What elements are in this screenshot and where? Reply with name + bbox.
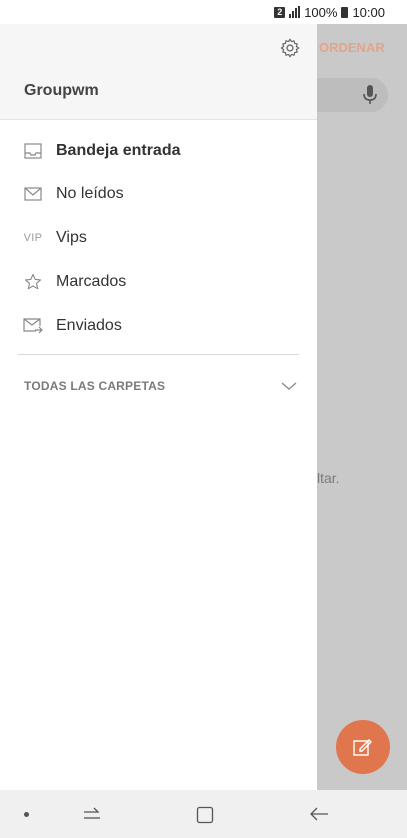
clock: 10:00 [352,4,385,20]
menu-item-label: Bandeja entrada [56,142,181,159]
menu-item-label: No leídos [56,185,124,202]
home-icon[interactable] [196,806,214,829]
account-name[interactable]: Groupwm [24,82,99,100]
vip-icon: VIP [23,232,43,244]
microphone-icon[interactable] [361,84,379,111]
sort-button[interactable]: ORDENAR [319,40,385,55]
menu-item-label: Vips [56,229,87,246]
empty-hint-text: ltar. [317,470,340,486]
compose-icon [353,739,372,756]
nav-dot-icon[interactable] [24,812,29,817]
compose-button[interactable] [336,720,390,774]
menu-item-starred[interactable]: Marcados [0,262,317,302]
divider [18,354,299,355]
all-folders-label: TODAS LAS CARPETAS [24,379,166,393]
navigation-drawer: Groupwm Bandeja entrada No leídos VIP Vi… [0,24,317,790]
sent-icon [22,315,44,337]
battery-percent: 100% [304,4,338,20]
menu-item-vips[interactable]: VIP Vips [0,218,317,258]
status-bar: 2 100% 10:00 [0,0,407,24]
sim-badge: 2 [274,6,286,18]
recent-apps-icon[interactable] [82,805,102,828]
settings-gear-icon[interactable] [279,37,301,64]
menu-item-label: Marcados [56,273,127,290]
signal-icon [289,6,301,18]
inbox-icon [22,140,44,162]
envelope-icon [22,183,44,205]
back-icon[interactable] [309,806,329,827]
all-folders-toggle[interactable]: TODAS LAS CARPETAS [0,368,317,404]
chevron-down-icon [281,378,297,396]
battery-icon [341,6,349,18]
system-navigation-bar [0,790,407,838]
menu-item-unread[interactable]: No leídos [0,174,317,214]
drawer-header: Groupwm [0,24,317,120]
menu-item-sent[interactable]: Enviados [0,306,317,346]
menu-item-inbox[interactable]: Bandeja entrada [0,131,317,171]
star-icon [22,271,44,293]
menu-item-label: Enviados [56,317,122,334]
